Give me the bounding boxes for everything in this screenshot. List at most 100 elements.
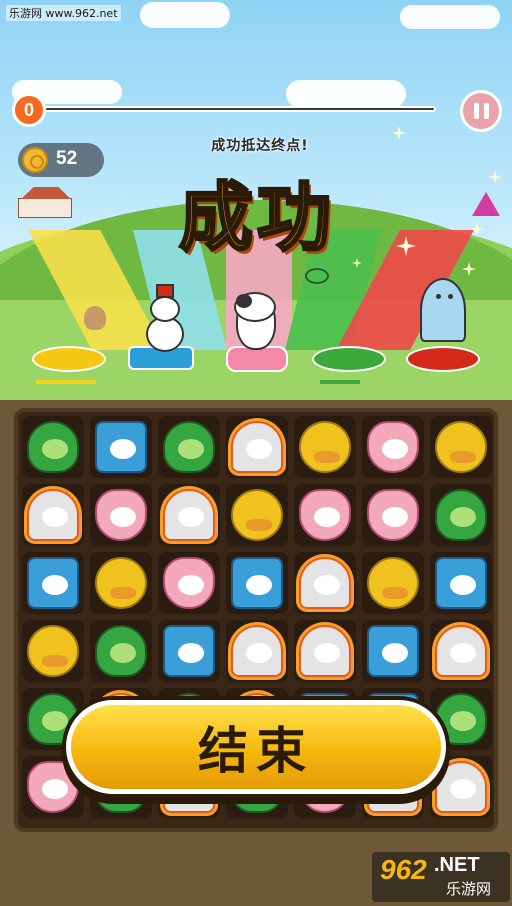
end-button[interactable]: 结束: [66, 700, 446, 794]
can-icon: [163, 625, 215, 677]
ghost-face: [246, 643, 272, 663]
sparkle-icon: [488, 170, 502, 184]
can-icon: [95, 421, 147, 473]
board-tile-ghost[interactable]: [226, 416, 288, 478]
board-tile-frog[interactable]: [22, 416, 84, 478]
duck-icon: [95, 557, 147, 609]
board-tile-can[interactable]: [22, 552, 84, 614]
cat-icon: [163, 557, 215, 609]
ghost-face: [450, 643, 476, 663]
board-tile-can[interactable]: [430, 552, 492, 614]
board-tile-frog[interactable]: [430, 484, 492, 546]
frog-character: [305, 268, 329, 284]
board-tile-frog[interactable]: [158, 416, 220, 478]
ghost-icon: [299, 625, 351, 677]
board-tile-duck[interactable]: [22, 620, 84, 682]
cat-face: [178, 575, 204, 595]
cat-face: [382, 507, 408, 527]
logo-suffix: .NET: [434, 854, 480, 876]
board-tile-ghost[interactable]: [294, 552, 356, 614]
duck-face: [42, 655, 68, 667]
ghost-character: [420, 278, 466, 342]
can-face: [382, 643, 408, 663]
can-face: [178, 643, 204, 663]
frog-face: [450, 507, 476, 527]
cloud: [286, 80, 406, 108]
duck-face: [110, 587, 136, 599]
frog-icon: [27, 421, 79, 473]
duck-icon: [27, 625, 79, 677]
board-tile-duck[interactable]: [226, 484, 288, 546]
ghost-face: [42, 507, 68, 527]
frog-icon: [95, 625, 147, 677]
pad-fire: [406, 346, 480, 372]
cat-icon: [367, 421, 419, 473]
coin-value: 52: [56, 148, 78, 169]
can-face: [450, 575, 476, 595]
board-tile-duck[interactable]: [90, 552, 152, 614]
board-tile-ghost[interactable]: [158, 484, 220, 546]
cat-face: [314, 507, 340, 527]
end-button-label: 结束: [198, 722, 314, 780]
board-tile-can[interactable]: [362, 620, 424, 682]
board-tile-ghost[interactable]: [22, 484, 84, 546]
frog-face: [450, 711, 476, 731]
tent: [472, 192, 500, 216]
ghost-icon: [231, 421, 283, 473]
board-tile-can[interactable]: [158, 620, 220, 682]
board-tile-ghost[interactable]: [430, 620, 492, 682]
pause-icon: [473, 103, 479, 119]
can-icon: [231, 557, 283, 609]
ghost-icon: [163, 489, 215, 541]
duck-icon: [367, 557, 419, 609]
can-icon: [367, 625, 419, 677]
board-tile-duck[interactable]: [294, 416, 356, 478]
board-tile-cat[interactable]: [90, 484, 152, 546]
coin-counter: 52: [18, 143, 104, 177]
duck-face: [246, 519, 272, 531]
ghost-face: [178, 507, 204, 527]
result-title: 成功: [178, 174, 335, 263]
pad-leaf: [312, 346, 386, 372]
cat-icon: [367, 489, 419, 541]
frog-face: [110, 643, 136, 663]
ghost-face: [246, 439, 272, 459]
frog-icon: [163, 421, 215, 473]
can-icon: [435, 557, 487, 609]
site-logo: 962 .NET 乐游网: [372, 852, 510, 902]
board-tile-cat[interactable]: [362, 416, 424, 478]
duck-icon: [231, 489, 283, 541]
duck-icon: [299, 421, 351, 473]
can-face: [110, 439, 136, 459]
board-tile-duck[interactable]: [430, 416, 492, 478]
board-tile-ghost[interactable]: [226, 620, 288, 682]
board-tile-cat[interactable]: [294, 484, 356, 546]
ghost-icon: [231, 625, 283, 677]
sparkle-icon: [470, 222, 484, 236]
duck-face: [314, 451, 340, 463]
pause-icon: [483, 103, 489, 119]
logo-brand: 962: [380, 854, 427, 885]
cat-icon: [95, 489, 147, 541]
snowman-head: [150, 296, 180, 322]
ghost-face: [314, 643, 340, 663]
can-icon: [27, 557, 79, 609]
pause-button[interactable]: [460, 90, 502, 132]
lane-progress-bar: [320, 380, 360, 384]
duck-face: [450, 451, 476, 463]
board-tile-duck[interactable]: [362, 552, 424, 614]
site-watermark: 乐游网 www.962.net: [6, 5, 121, 21]
board-tile-cat[interactable]: [362, 484, 424, 546]
can-face: [246, 575, 272, 595]
logo-name: 乐游网: [446, 880, 492, 898]
board-tile-can[interactable]: [90, 416, 152, 478]
board-tile-ghost[interactable]: [294, 620, 356, 682]
board-tile-cat[interactable]: [158, 552, 220, 614]
house: [18, 198, 72, 218]
cloud: [140, 2, 230, 28]
board-tile-frog[interactable]: [90, 620, 152, 682]
board-tile-can[interactable]: [226, 552, 288, 614]
frog-face: [178, 439, 204, 459]
frog-icon: [435, 489, 487, 541]
ghost-icon: [435, 761, 487, 813]
